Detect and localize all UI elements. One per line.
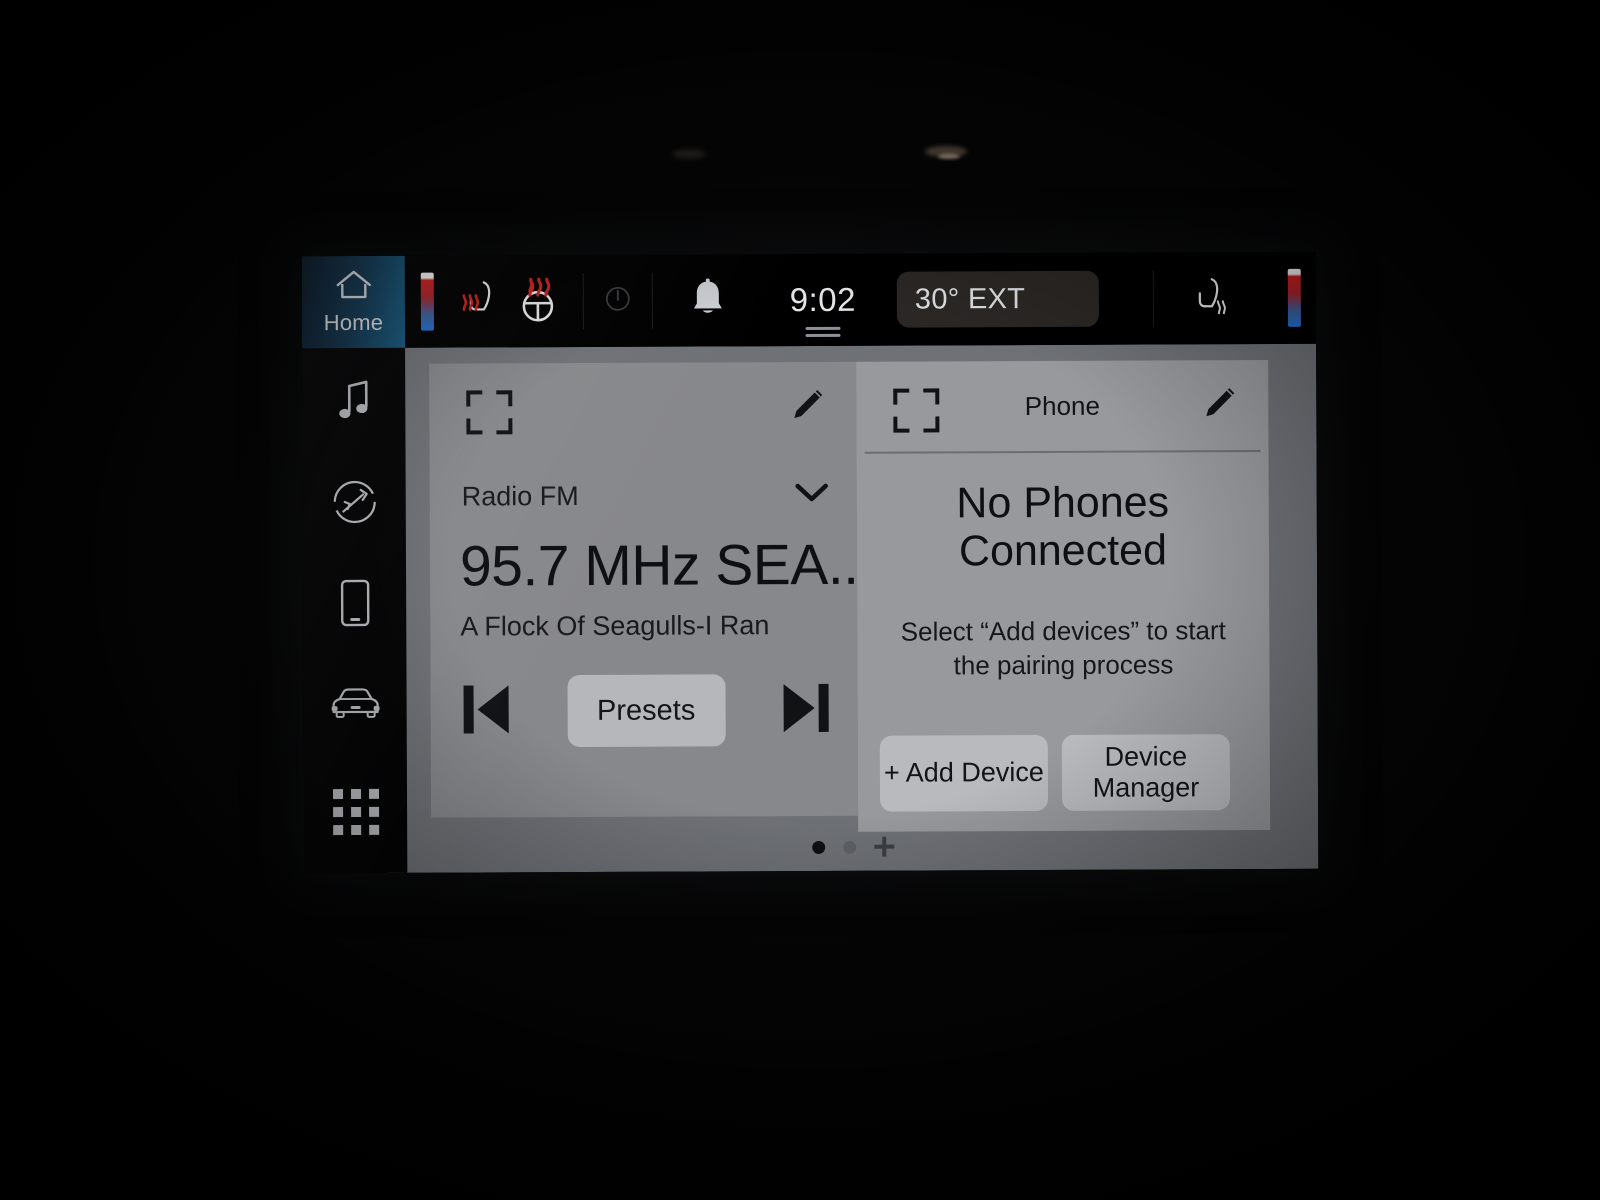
divider (864, 450, 1261, 454)
apps-grid-icon (332, 788, 379, 836)
home-button[interactable]: Home (301, 255, 406, 349)
device-manager-button[interactable]: Device Manager (1061, 734, 1231, 811)
heated-steering-wheel-button[interactable] (507, 255, 569, 347)
clock[interactable]: 9:02 (790, 281, 856, 338)
radio-track-title: A Flock Of Seagulls-I Ran (460, 610, 770, 642)
status-bar: 9:02 30° EXT (404, 251, 1317, 348)
notifications-button[interactable] (653, 254, 763, 346)
heated-seat-button[interactable] (449, 255, 507, 347)
ventilated-seat-icon (1190, 273, 1236, 324)
home-widget-panel: Radio FM 95.7 MHz SEA... A Flock Of Seag… (385, 343, 1319, 873)
radio-source-label: Radio FM (461, 481, 579, 512)
infotainment-screen: Home 9:02 30° EXT Radio FM 95.7 MHz SEA.… (301, 251, 1319, 874)
driver-temperature-control[interactable] (405, 256, 449, 348)
dashboard-photo: Home 9:02 30° EXT Radio FM 95.7 MHz SEA.… (0, 0, 1600, 1200)
exterior-temperature-value: 30° EXT (914, 282, 1026, 316)
radio-widget-card[interactable]: Radio FM 95.7 MHz SEA... A Flock Of Seag… (429, 361, 874, 818)
exterior-temperature-display[interactable]: 30° EXT (896, 270, 1099, 328)
passenger-temperature-control[interactable] (1272, 252, 1316, 344)
sidebar-item-vehicle[interactable] (303, 664, 406, 750)
radio-frequency: 95.7 MHz SEA... (459, 532, 874, 599)
home-button-label: Home (323, 309, 384, 336)
dashboard-glint (938, 154, 960, 159)
sidebar-item-phone[interactable] (303, 562, 406, 648)
drag-handle-icon[interactable] (805, 326, 841, 341)
phone-action-buttons: + Add Device Device Manager (879, 734, 1252, 812)
phone-connection-status: No Phones Connected (873, 478, 1253, 576)
sidebar-item-navigation[interactable] (303, 461, 406, 547)
phone-status-line-1: No Phones (956, 478, 1170, 528)
expand-fullscreen-icon[interactable] (465, 389, 513, 440)
navigation-compass-icon (330, 477, 378, 530)
phone-card-header: Phone (856, 360, 1268, 454)
next-track-icon[interactable] (777, 676, 833, 743)
presets-button[interactable]: Presets (566, 674, 726, 748)
radio-source-selector[interactable]: Radio FM (462, 480, 829, 513)
bell-icon (688, 277, 728, 324)
previous-track-icon[interactable] (459, 678, 515, 745)
sidebar-item-apps[interactable] (304, 769, 407, 855)
power-indicator-icon (604, 284, 632, 317)
device-manager-line-2: Manager (1092, 772, 1200, 803)
phone-hint-line-1: Select “Add devices” to start (900, 615, 1226, 647)
phone-hint-line-2: the pairing process (953, 649, 1174, 681)
chevron-down-icon[interactable] (795, 482, 829, 509)
heated-seat-icon (454, 276, 502, 327)
passenger-seat-button[interactable] (1154, 252, 1272, 345)
pencil-edit-icon[interactable] (1200, 384, 1238, 427)
add-device-button[interactable]: + Add Device (879, 734, 1049, 812)
add-page-icon[interactable] (874, 837, 894, 857)
house-icon (333, 268, 373, 307)
widget-cards-row: Radio FM 95.7 MHz SEA... A Flock Of Seag… (429, 359, 1318, 834)
music-note-icon (334, 377, 374, 428)
phone-pairing-hint: Select “Add devices” to start the pairin… (867, 614, 1259, 683)
passenger-temperature-bar (1287, 268, 1301, 327)
phone-status-line-2: Connected (958, 526, 1168, 576)
car-front-icon (327, 685, 383, 728)
phone-widget-card[interactable]: Phone No Phones Connected Select “Add de… (856, 359, 1271, 832)
power-indicator-button[interactable] (584, 255, 652, 347)
page-dot[interactable] (842, 840, 856, 854)
driver-temperature-bar (420, 272, 434, 331)
pencil-edit-icon[interactable] (788, 386, 826, 429)
heated-steering-wheel-icon (513, 275, 563, 328)
phone-device-icon (339, 577, 371, 632)
sidebar-item-media[interactable] (302, 360, 405, 446)
page-indicator (387, 835, 1318, 859)
dashboard-glint (925, 146, 967, 157)
dashboard-glint (672, 150, 706, 158)
device-manager-line-1: Device (1104, 741, 1188, 772)
radio-playback-controls: Presets (458, 674, 833, 748)
sidebar: Home (301, 255, 408, 874)
radio-card-header (429, 362, 856, 450)
page-dot-active[interactable] (811, 840, 825, 854)
